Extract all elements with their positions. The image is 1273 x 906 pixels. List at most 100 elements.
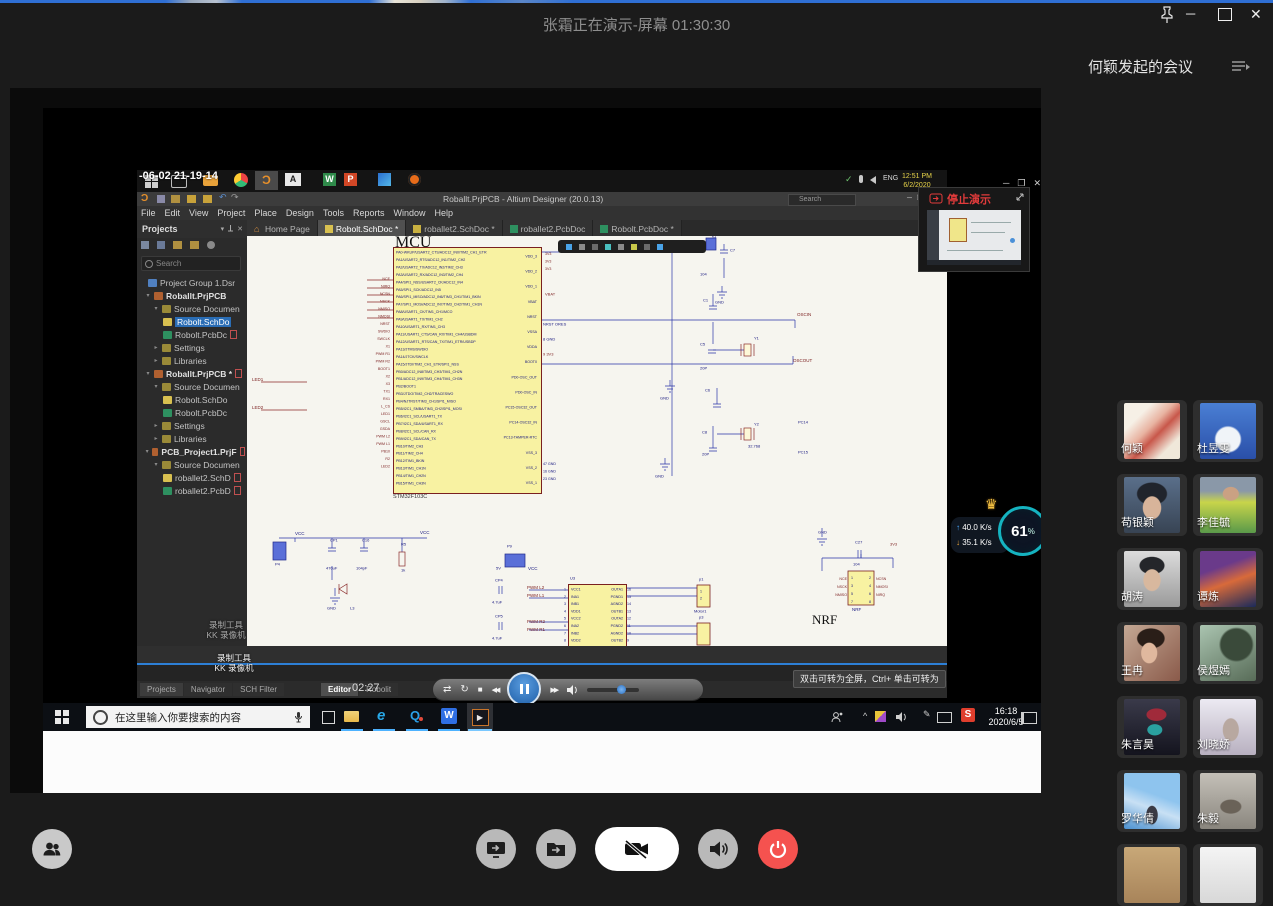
camera-off-icon (622, 837, 652, 861)
c16-value: 104pF (356, 566, 367, 571)
expand-icon (1015, 192, 1025, 202)
window-title: 张霜正在演示-屏幕 01:30:30 (0, 14, 1273, 35)
fullscreen-tooltip: 双击可转为全屏，Ctrl+ 单击可转为 (793, 670, 946, 688)
participant-tile[interactable]: 侯煜嫣 (1193, 622, 1263, 684)
sogou-icon: S (961, 708, 975, 722)
wps-icon: W (441, 708, 457, 724)
participant-name: 王冉 (1121, 662, 1143, 678)
media-player-taskbar-icon: ▶ (467, 703, 493, 731)
photos-app-icon (378, 173, 391, 186)
panel-search-box: Search (141, 256, 241, 271)
c27-value: 104 (853, 562, 860, 567)
qq-browser-icon: Q (410, 708, 420, 723)
schematic-canvas: MCU PA0-WKUP/USART2_CTS/ADC12_IN0/TIM2_C… (247, 236, 947, 646)
pin-icon (1156, 4, 1178, 26)
nrf-pin-numbers-right: 2 4 6 8 (856, 574, 871, 606)
participant-name: 朱毅 (1197, 810, 1219, 826)
volume-slider (587, 688, 639, 692)
wps-green-icon: W (323, 173, 336, 186)
activebar-icon (657, 244, 663, 250)
participant-tile[interactable] (1117, 844, 1187, 906)
crystal-symbols (741, 344, 754, 440)
minimize-button[interactable]: ─ (1186, 6, 1195, 21)
participant-name: 侯煜嫣 (1197, 662, 1230, 678)
activebar-icon (592, 244, 598, 250)
participant-tile[interactable]: 王冉 (1117, 622, 1187, 684)
nrf-title: NRF (812, 612, 837, 628)
video-filename-overlay: -06-02 21-19-14 (139, 170, 218, 182)
l3-label: L3 (350, 606, 354, 611)
c8-label: C8 (702, 430, 707, 435)
vdda-label: 9 3V3 (543, 352, 553, 357)
tree-item: Robolt.PcbDc (139, 406, 245, 419)
top-edge-strip (0, 0, 1273, 3)
repeat-icon: ↻ (460, 684, 468, 695)
pin-button[interactable] (1156, 4, 1178, 26)
participant-tile[interactable]: 谭炼 (1193, 548, 1263, 610)
cp1-label: CP1 (330, 538, 338, 543)
project-icon (154, 370, 163, 378)
maximize-button[interactable] (1218, 8, 1232, 21)
participant-list-toggle[interactable] (1231, 60, 1251, 74)
v5-label: 5V (496, 566, 501, 571)
participant-tile[interactable]: 刘晓娇 (1193, 696, 1263, 758)
tree-item: Project Group 1.Dsr (139, 276, 245, 289)
y1-label: Y1 (754, 336, 759, 341)
participant-tile[interactable]: 朱言昊 (1117, 696, 1187, 758)
tree-item: Robolt.PcbDc (139, 328, 245, 341)
windows-start-icon (55, 710, 69, 724)
c27-label: C27 (855, 540, 862, 545)
end-call-button[interactable] (758, 829, 798, 869)
sidebar: 何颖发起的会议 张霜 廖佳宏 何颖 杜昱雯 苟银颖 李佳毓 胡涛 谭炼 王冉 侯… (1085, 40, 1273, 898)
participant-name: 胡涛 (1121, 588, 1143, 604)
windows-search-box: 在这里输入你要搜索的内容 (86, 706, 310, 728)
vdd-rail-labels: 3V3 3V3 3V3 (545, 250, 551, 273)
share-screen-button[interactable] (476, 829, 516, 869)
motor1-pin-numbers: 1 2 (700, 588, 702, 602)
u3-label: U3 (570, 576, 575, 581)
schdoc-icon (163, 396, 172, 404)
participant-tile[interactable] (1193, 844, 1263, 906)
pause-button (507, 672, 541, 706)
participant-tile[interactable]: 苟银颖 (1117, 474, 1187, 536)
participant-name: 杜昱雯 (1197, 440, 1230, 456)
altium-search-label: Search (799, 196, 821, 203)
windows-search-text: 在这里输入你要搜索的内容 (115, 710, 241, 725)
altium-menubar: File Edit View Project Place Design Tool… (137, 206, 947, 220)
close-button[interactable]: ✕ (1250, 6, 1262, 23)
participants-button[interactable] (32, 829, 72, 869)
modified-badge (240, 447, 245, 456)
pcbdoc-icon (510, 225, 518, 233)
avatar (1200, 847, 1256, 903)
shared-desktop-taskbar: 在这里输入你要搜索的内容 e Q W ▶ ^ ✎ S 16:182020/6/5 (43, 703, 1041, 731)
download-speed: 35.1 K/s (962, 538, 991, 547)
c5-label: C5 (700, 342, 705, 347)
participant-tile[interactable]: 李佳毓 (1193, 474, 1263, 536)
p3-label: p3 (699, 615, 703, 620)
tree-item: ▸Libraries (139, 354, 245, 367)
participant-name: 李佳毓 (1197, 514, 1230, 530)
pcbdoc-icon (600, 225, 608, 233)
speaker-button[interactable] (698, 829, 738, 869)
participant-name: 朱言昊 (1121, 736, 1154, 752)
tree-item: roballet2.PcbD (139, 484, 245, 497)
participant-tile[interactable]: 朱毅 (1193, 770, 1263, 832)
participant-tile[interactable]: 何颖 (1117, 400, 1187, 462)
participant-tile[interactable]: 杜昱雯 (1193, 400, 1263, 462)
net-percent-unit: % (1028, 527, 1035, 536)
folder-icon (162, 461, 171, 469)
rewind-icon: ◀◀ (492, 686, 499, 694)
gnd-label-pwr: GND (327, 606, 336, 611)
tray-chevron-icon: ^ (863, 711, 867, 721)
dsnwrk-icon (148, 279, 157, 287)
activebar-icon (566, 244, 572, 250)
preview-line (947, 250, 1003, 251)
project-icon (154, 292, 163, 300)
participant-tile[interactable]: 胡涛 (1117, 548, 1187, 610)
shared-screen-video[interactable]: ─❐✕ Ɔ A W P ✓ ENG 12:51 PM6/2/2020 -06-0… (43, 108, 1041, 793)
camera-off-button[interactable] (595, 827, 679, 871)
recorded-time: 12:51 PM (902, 172, 932, 181)
share-file-button[interactable] (536, 829, 576, 869)
speaker-icon (706, 837, 730, 861)
participant-tile[interactable]: 罗华倩 (1117, 770, 1187, 832)
